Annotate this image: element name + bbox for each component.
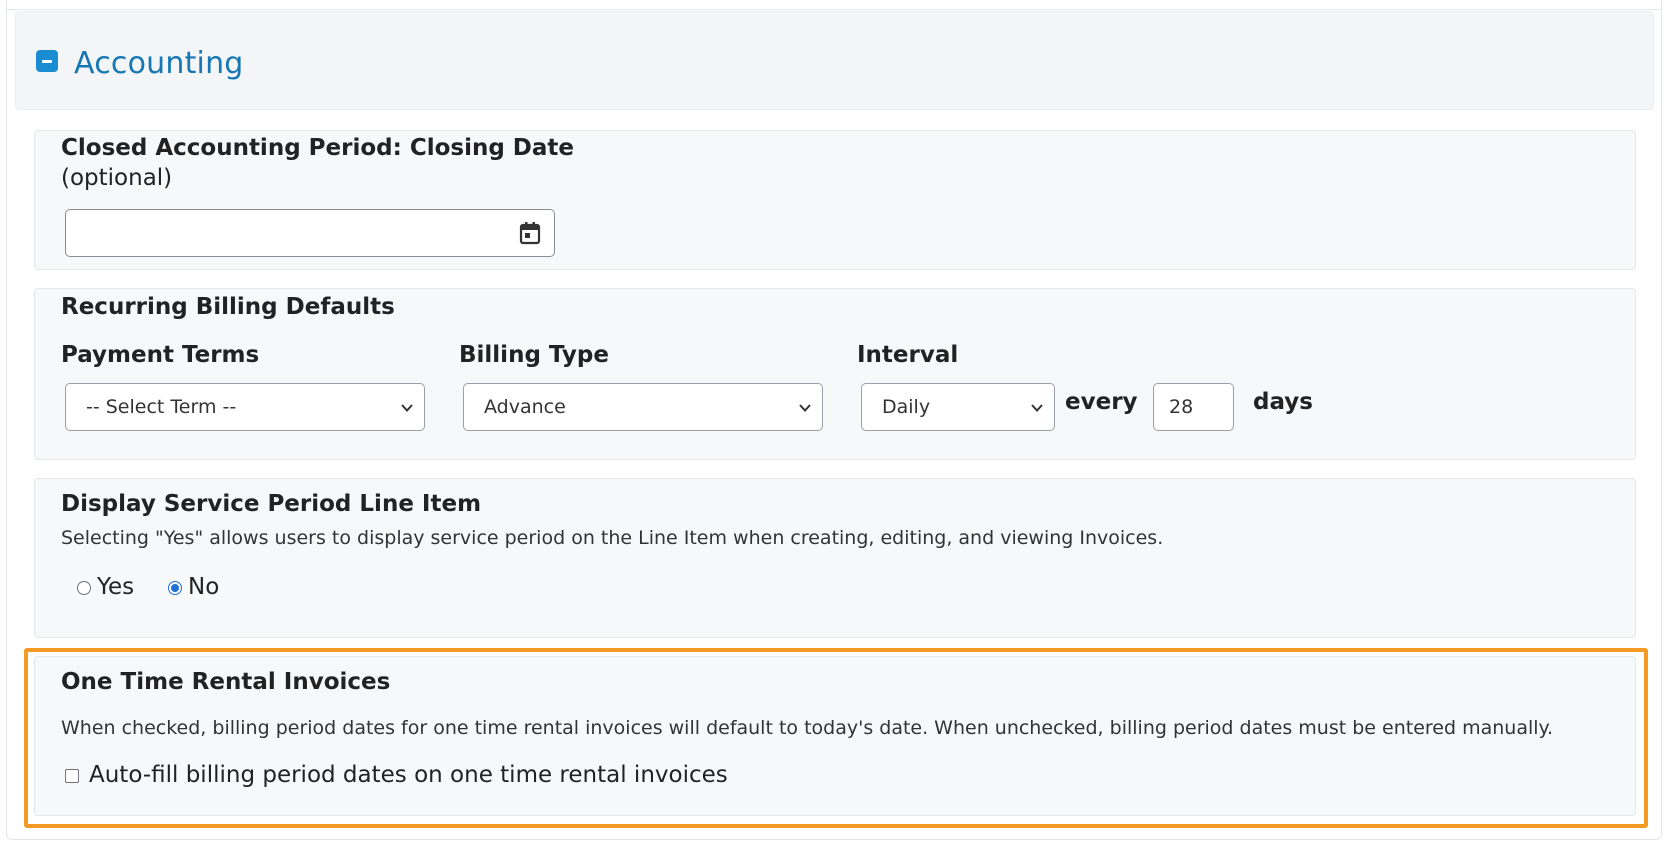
interval-value: Daily [882, 396, 931, 418]
interval-label: Interval [857, 342, 959, 368]
service-period-panel: Display Service Period Line Item Selecti… [34, 478, 1636, 638]
closing-date-panel: Closed Accounting Period: Closing Date (… [34, 130, 1636, 270]
autofill-checkbox[interactable] [65, 769, 79, 783]
service-period-title: Display Service Period Line Item [61, 491, 482, 517]
interval-select[interactable]: Daily [861, 383, 1055, 431]
chevron-down-icon [1031, 404, 1043, 412]
no-radio[interactable] [168, 581, 182, 595]
rental-invoices-title: One Time Rental Invoices [61, 669, 391, 695]
payment-terms-value: -- Select Term -- [86, 396, 237, 418]
closing-date-optional: (optional) [61, 165, 173, 191]
billing-defaults-panel: Recurring Billing Defaults Payment Terms… [34, 288, 1636, 460]
billing-defaults-title: Recurring Billing Defaults [61, 294, 395, 320]
rental-invoices-help: When checked, billing period dates for o… [61, 717, 1554, 739]
payment-terms-label: Payment Terms [61, 342, 260, 368]
chevron-down-icon [401, 404, 413, 412]
minus-square-icon[interactable] [36, 50, 58, 72]
chevron-down-icon [799, 404, 811, 412]
yes-label[interactable]: Yes [97, 574, 134, 600]
section-title: Accounting [74, 46, 244, 81]
yes-radio[interactable] [77, 581, 91, 595]
billing-type-value: Advance [484, 396, 566, 418]
autofill-label[interactable]: Auto-fill billing period dates on one ti… [89, 762, 728, 788]
service-period-help: Selecting "Yes" allows users to display … [61, 527, 1164, 549]
every-value: 28 [1169, 396, 1194, 418]
no-label[interactable]: No [188, 574, 219, 600]
calendar-icon[interactable] [518, 221, 542, 246]
payment-terms-select[interactable]: -- Select Term -- [65, 383, 425, 431]
every-label: every [1065, 389, 1138, 415]
every-number-input[interactable]: 28 [1153, 383, 1234, 431]
billing-type-label: Billing Type [459, 342, 609, 368]
closing-date-input[interactable] [65, 209, 555, 257]
days-label: days [1253, 389, 1313, 415]
billing-type-select[interactable]: Advance [463, 383, 823, 431]
accounting-section-header[interactable]: Accounting [15, 11, 1654, 110]
rental-invoices-panel: One Time Rental Invoices When checked, b… [34, 656, 1636, 816]
closing-date-label: Closed Accounting Period: Closing Date [61, 135, 575, 161]
